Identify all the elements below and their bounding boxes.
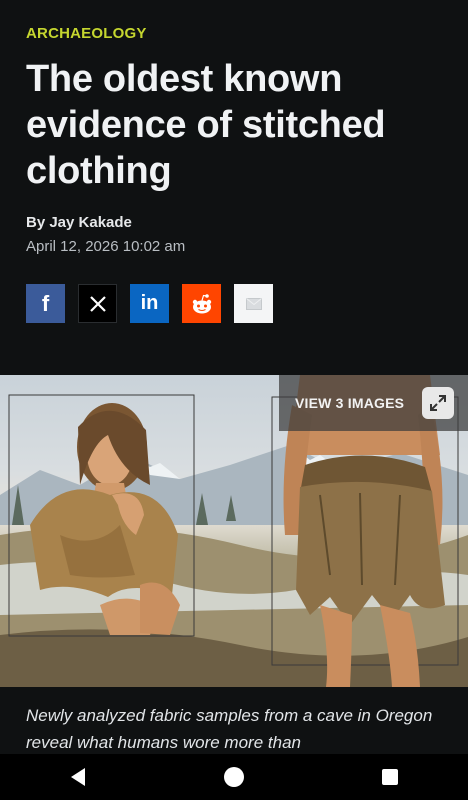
android-nav-bar: [0, 754, 468, 800]
home-button[interactable]: [210, 754, 258, 800]
share-email-button[interactable]: [234, 284, 273, 323]
linkedin-icon: in: [140, 292, 159, 314]
reddit-icon: [192, 293, 211, 313]
headline: The oldest known evidence of stitched cl…: [26, 58, 386, 192]
facebook-icon: f: [41, 290, 50, 316]
recents-square-icon: [382, 769, 398, 785]
expand-icon: [430, 395, 446, 411]
share-reddit-button[interactable]: [182, 284, 221, 323]
share-x-button[interactable]: [78, 284, 117, 323]
byline[interactable]: By Jay Kakade: [26, 214, 132, 231]
view-images-button[interactable]: VIEW 3 IMAGES: [279, 375, 468, 431]
share-bar: f in: [26, 284, 273, 323]
x-icon: [89, 295, 106, 312]
view-images-label: VIEW 3 IMAGES: [295, 395, 405, 411]
article-dek: Newly analyzed fabric samples from a cav…: [26, 706, 433, 752]
recents-button[interactable]: [366, 754, 414, 800]
publish-date: April 12, 2026 10:02 am: [26, 238, 186, 255]
share-facebook-button[interactable]: f: [26, 284, 65, 323]
share-linkedin-button[interactable]: in: [130, 284, 169, 323]
category-label[interactable]: ARCHAEOLOGY: [26, 25, 147, 42]
expand-button[interactable]: [422, 387, 454, 419]
home-circle-icon: [224, 767, 244, 787]
back-button[interactable]: [54, 754, 102, 800]
email-icon: [245, 297, 262, 310]
back-triangle-icon: [71, 768, 85, 786]
